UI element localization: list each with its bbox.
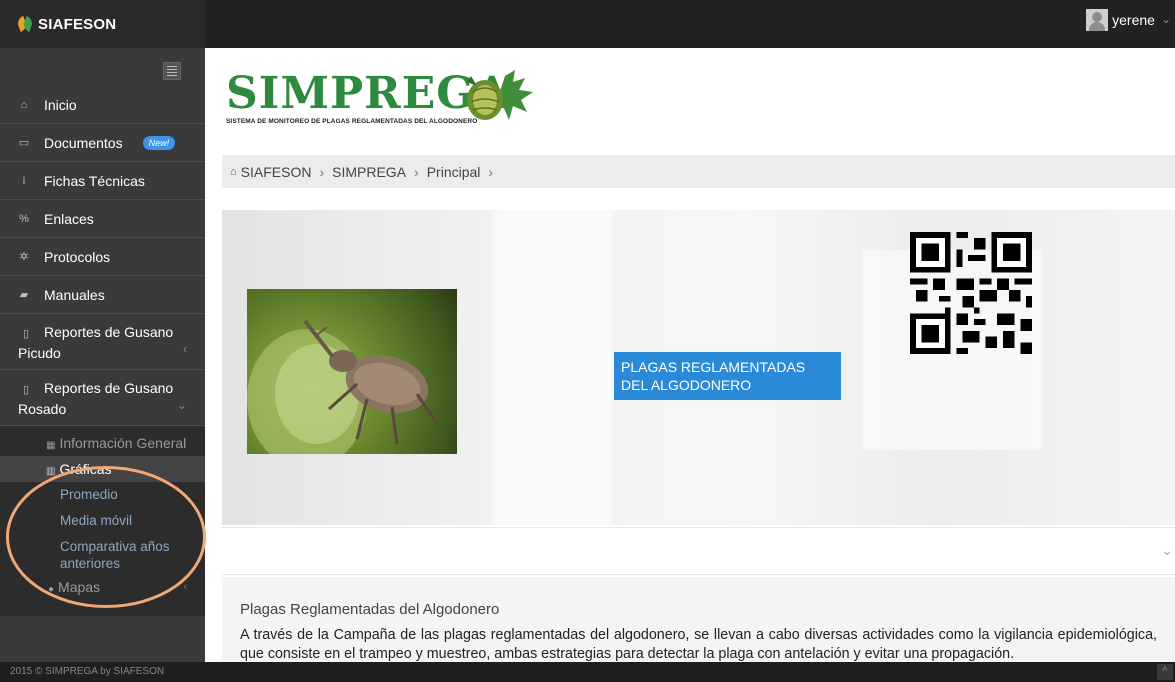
folder-icon: ▭	[18, 137, 30, 149]
footer-text: 2015 © SIMPREGA by SIAFESON	[10, 666, 165, 677]
cotton-boll-icon	[467, 70, 533, 120]
breadcrumb-separator: ›	[488, 163, 494, 180]
file-icon: ▯	[22, 328, 30, 340]
breadcrumb-siafeson[interactable]: SIAFESON	[241, 164, 312, 180]
avatar	[1086, 9, 1109, 31]
sidebar-item-fichas-tecnicas[interactable]: i Fichas Técnicas	[0, 162, 205, 200]
sidebar-item-documentos[interactable]: ▭ Documentos New!	[0, 124, 205, 162]
file-icon: ▯	[22, 384, 30, 396]
breadcrumb: ⌂ SIAFESON › SIMPREGA › Principal ›	[222, 155, 1175, 188]
top-navbar: SIAFESON yerene ⌄	[0, 0, 1175, 48]
footer: 2015 © SIMPREGA by SIAFESON ^	[0, 662, 1175, 682]
info-title: Plagas Reglamentadas del Algodonero	[240, 601, 500, 618]
new-badge: New!	[142, 135, 176, 150]
submenu-item-label: Información General	[59, 435, 187, 451]
weevil-illustration	[247, 319, 439, 454]
breadcrumb-separator: ›	[414, 163, 419, 180]
link-icon: %	[19, 212, 29, 225]
book-icon: ▰	[19, 289, 29, 301]
sidebar-item-enlaces[interactable]: % Enlaces	[0, 200, 205, 238]
sidebar-item-inicio[interactable]: ⌂ Inicio	[0, 86, 205, 124]
brand[interactable]: SIAFESON	[0, 0, 205, 48]
menu-toggle-button[interactable]	[163, 62, 181, 80]
sidebar-item-gusano-rosado[interactable]: ▯ Reportes de Gusano Rosado ⌄	[0, 370, 205, 426]
sidebar-item-label: Reportes de Gusano Picudo	[18, 324, 174, 361]
chevron-down-icon: ⌄	[1161, 542, 1173, 558]
table-icon: ▦	[46, 440, 56, 451]
breadcrumb-principal: Principal	[426, 163, 481, 180]
submenu-item-info-general[interactable]: ▦ Información General	[0, 430, 205, 456]
banner-background-shape	[492, 210, 612, 525]
home-icon: ⌂	[230, 165, 237, 178]
collapse-section[interactable]: ⌄	[222, 527, 1175, 575]
info-panel: Plagas Reglamentadas del Algodonero A tr…	[222, 577, 1175, 662]
sidebar-item-label: Enlaces	[44, 210, 94, 227]
sidebar-item-protocolos[interactable]: ✲ Protocolos	[0, 238, 205, 276]
banner-label: PLAGAS REGLAMENTADAS DEL ALGODONERO	[614, 352, 841, 400]
user-name: yerene	[1112, 12, 1155, 28]
qr-code	[910, 232, 1032, 354]
simprega-logo: SIMPREGA SISTEMA DE MONITOREO DE PLAGAS …	[226, 70, 533, 125]
sidebar-item-label: Documentos	[44, 134, 123, 151]
sidebar-item-label: Inicio	[44, 96, 77, 113]
user-menu[interactable]: yerene ⌄	[1086, 0, 1171, 48]
scroll-top-icon[interactable]: ^	[1157, 664, 1173, 680]
gear-icon: ✲	[19, 251, 29, 263]
info-text: A través de la Campaña de las plagas reg…	[240, 627, 1157, 662]
leaf-logo-icon	[15, 15, 35, 33]
sidebar-item-label: Manuales	[44, 286, 105, 303]
info-icon: i	[22, 174, 26, 187]
sidebar-item-manuales[interactable]: ▰ Manuales	[0, 276, 205, 314]
sidebar-item-label: Fichas Técnicas	[44, 172, 145, 189]
sidebar-item-label: Reportes de Gusano Rosado	[18, 380, 174, 417]
sidebar-item-label: Protocolos	[44, 248, 111, 265]
chevron-down-icon: ⌄	[1160, 12, 1171, 26]
boll-weevil-photo	[247, 289, 457, 454]
home-icon: ⌂	[20, 98, 28, 111]
hero-banner: PLAGAS REGLAMENTADAS DEL ALGODONERO	[222, 210, 1175, 525]
chevron-left-icon: ‹	[183, 342, 187, 356]
chevron-down-icon: ⌄	[176, 398, 187, 412]
brand-name: SIAFESON	[38, 15, 117, 33]
highlight-circle	[6, 466, 206, 608]
sidebar-item-gusano-picudo[interactable]: ▯ Reportes de Gusano Picudo ‹	[0, 314, 205, 370]
breadcrumb-simprega[interactable]: SIMPREGA	[332, 164, 406, 180]
breadcrumb-separator: ›	[319, 163, 325, 180]
